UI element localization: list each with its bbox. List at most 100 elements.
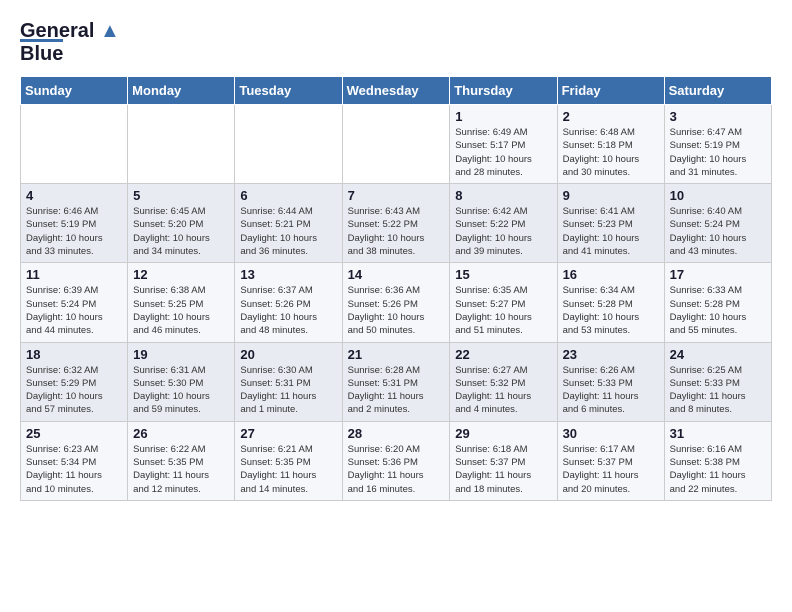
day-info: Sunrise: 6:22 AM Sunset: 5:35 PM Dayligh…	[133, 443, 229, 496]
column-header-tuesday: Tuesday	[235, 77, 342, 105]
day-info: Sunrise: 6:33 AM Sunset: 5:28 PM Dayligh…	[670, 284, 766, 337]
calendar-cell: 7Sunrise: 6:43 AM Sunset: 5:22 PM Daylig…	[342, 184, 450, 263]
day-number: 12	[133, 267, 229, 282]
calendar-header: SundayMondayTuesdayWednesdayThursdayFrid…	[21, 77, 772, 105]
day-info: Sunrise: 6:40 AM Sunset: 5:24 PM Dayligh…	[670, 205, 766, 258]
day-number: 9	[563, 188, 659, 203]
day-info: Sunrise: 6:41 AM Sunset: 5:23 PM Dayligh…	[563, 205, 659, 258]
day-number: 21	[348, 347, 445, 362]
day-info: Sunrise: 6:31 AM Sunset: 5:30 PM Dayligh…	[133, 364, 229, 417]
calendar-cell: 1 Sunrise: 6:49 AM Sunset: 5:17 PM Daylig…	[450, 105, 557, 184]
day-number: 10	[670, 188, 766, 203]
day-info: Sunrise: 6:21 AM Sunset: 5:35 PM Dayligh…	[240, 443, 336, 496]
calendar-body: 1 Sunrise: 6:49 AM Sunset: 5:17 PM Daylig…	[21, 105, 772, 501]
day-info: Sunrise: 6:46 AM Sunset: 5:19 PM Dayligh…	[26, 205, 122, 258]
day-number: 18	[26, 347, 122, 362]
day-info: Sunrise: 6:42 AM Sunset: 5:22 PM Dayligh…	[455, 205, 551, 258]
calendar-week-3: 11 Sunrise: 6:39 AM Sunset: 5:24 PM Dayli…	[21, 263, 772, 342]
day-number: 6	[240, 188, 336, 203]
day-number: 25	[26, 426, 122, 441]
day-info: Sunrise: 6:38 AM Sunset: 5:25 PM Dayligh…	[133, 284, 229, 337]
day-info: Sunrise: 6:47 AM Sunset: 5:19 PM Dayligh…	[670, 126, 766, 179]
day-info: Sunrise: 6:18 AM Sunset: 5:37 PM Dayligh…	[455, 443, 551, 496]
calendar-week-1: 1 Sunrise: 6:49 AM Sunset: 5:17 PM Daylig…	[21, 105, 772, 184]
calendar-cell: 17 Sunrise: 6:33 AM Sunset: 5:28 PM Dayli…	[664, 263, 771, 342]
day-number: 17	[670, 267, 766, 282]
calendar-cell: 29 Sunrise: 6:18 AM Sunset: 5:37 PM Dayli…	[450, 421, 557, 500]
calendar-cell: 30 Sunrise: 6:17 AM Sunset: 5:37 PM Dayli…	[557, 421, 664, 500]
day-number: 26	[133, 426, 229, 441]
day-number: 23	[563, 347, 659, 362]
calendar-week-4: 18 Sunrise: 6:32 AM Sunset: 5:29 PM Dayli…	[21, 342, 772, 421]
calendar-cell: 14Sunrise: 6:36 AM Sunset: 5:26 PM Dayli…	[342, 263, 450, 342]
calendar-cell: 2Sunrise: 6:48 AM Sunset: 5:18 PM Daylig…	[557, 105, 664, 184]
day-number: 15	[455, 267, 551, 282]
day-number: 29	[455, 426, 551, 441]
calendar-cell: 11 Sunrise: 6:39 AM Sunset: 5:24 PM Dayli…	[21, 263, 128, 342]
day-info: Sunrise: 6:35 AM Sunset: 5:27 PM Dayligh…	[455, 284, 551, 337]
calendar-cell: 5 Sunrise: 6:45 AM Sunset: 5:20 PM Daylig…	[128, 184, 235, 263]
day-info: Sunrise: 6:27 AM Sunset: 5:32 PM Dayligh…	[455, 364, 551, 417]
day-info: Sunrise: 6:32 AM Sunset: 5:29 PM Dayligh…	[26, 364, 122, 417]
day-number: 19	[133, 347, 229, 362]
calendar-cell	[342, 105, 450, 184]
calendar-cell	[21, 105, 128, 184]
day-number: 20	[240, 347, 336, 362]
calendar-cell: 31 Sunrise: 6:16 AM Sunset: 5:38 PM Dayli…	[664, 421, 771, 500]
calendar-cell: 8 Sunrise: 6:42 AM Sunset: 5:22 PM Daylig…	[450, 184, 557, 263]
day-info: Sunrise: 6:37 AM Sunset: 5:26 PM Dayligh…	[240, 284, 336, 337]
day-info: Sunrise: 6:45 AM Sunset: 5:20 PM Dayligh…	[133, 205, 229, 258]
day-info: Sunrise: 6:25 AM Sunset: 5:33 PM Dayligh…	[670, 364, 766, 417]
day-info: Sunrise: 6:44 AM Sunset: 5:21 PM Dayligh…	[240, 205, 336, 258]
day-number: 30	[563, 426, 659, 441]
calendar-cell	[235, 105, 342, 184]
day-number: 24	[670, 347, 766, 362]
calendar-cell: 24 Sunrise: 6:25 AM Sunset: 5:33 PM Dayli…	[664, 342, 771, 421]
day-number: 5	[133, 188, 229, 203]
calendar-cell: 15 Sunrise: 6:35 AM Sunset: 5:27 PM Dayli…	[450, 263, 557, 342]
day-info: Sunrise: 6:23 AM Sunset: 5:34 PM Dayligh…	[26, 443, 122, 496]
day-number: 4	[26, 188, 122, 203]
calendar-week-2: 4 Sunrise: 6:46 AM Sunset: 5:19 PM Daylig…	[21, 184, 772, 263]
day-info: Sunrise: 6:30 AM Sunset: 5:31 PM Dayligh…	[240, 364, 336, 417]
day-info: Sunrise: 6:17 AM Sunset: 5:37 PM Dayligh…	[563, 443, 659, 496]
day-number: 1	[455, 109, 551, 124]
calendar-cell: 23 Sunrise: 6:26 AM Sunset: 5:33 PM Dayli…	[557, 342, 664, 421]
day-number: 14	[348, 267, 445, 282]
calendar-cell: 27 Sunrise: 6:21 AM Sunset: 5:35 PM Dayli…	[235, 421, 342, 500]
calendar-cell: 12 Sunrise: 6:38 AM Sunset: 5:25 PM Dayli…	[128, 263, 235, 342]
day-number: 11	[26, 267, 122, 282]
day-number: 28	[348, 426, 445, 441]
column-header-wednesday: Wednesday	[342, 77, 450, 105]
calendar-cell: 25 Sunrise: 6:23 AM Sunset: 5:34 PM Dayli…	[21, 421, 128, 500]
logo: General ▲ Blue	[20, 20, 120, 66]
day-number: 13	[240, 267, 336, 282]
calendar-cell	[128, 105, 235, 184]
calendar-cell: 16Sunrise: 6:34 AM Sunset: 5:28 PM Dayli…	[557, 263, 664, 342]
page-header: General ▲ Blue	[20, 20, 772, 66]
calendar-cell: 9 Sunrise: 6:41 AM Sunset: 5:23 PM Daylig…	[557, 184, 664, 263]
calendar-cell: 3Sunrise: 6:47 AM Sunset: 5:19 PM Daylig…	[664, 105, 771, 184]
calendar-cell: 18 Sunrise: 6:32 AM Sunset: 5:29 PM Dayli…	[21, 342, 128, 421]
day-info: Sunrise: 6:16 AM Sunset: 5:38 PM Dayligh…	[670, 443, 766, 496]
calendar-cell: 13 Sunrise: 6:37 AM Sunset: 5:26 PM Dayli…	[235, 263, 342, 342]
calendar-cell: 21Sunrise: 6:28 AM Sunset: 5:31 PM Dayli…	[342, 342, 450, 421]
calendar-cell: 10 Sunrise: 6:40 AM Sunset: 5:24 PM Dayli…	[664, 184, 771, 263]
calendar-week-5: 25 Sunrise: 6:23 AM Sunset: 5:34 PM Dayli…	[21, 421, 772, 500]
day-number: 31	[670, 426, 766, 441]
day-number: 8	[455, 188, 551, 203]
day-info: Sunrise: 6:48 AM Sunset: 5:18 PM Dayligh…	[563, 126, 659, 179]
day-number: 22	[455, 347, 551, 362]
calendar-cell: 26 Sunrise: 6:22 AM Sunset: 5:35 PM Dayli…	[128, 421, 235, 500]
day-number: 27	[240, 426, 336, 441]
column-header-monday: Monday	[128, 77, 235, 105]
calendar-cell: 19 Sunrise: 6:31 AM Sunset: 5:30 PM Dayli…	[128, 342, 235, 421]
column-header-sunday: Sunday	[21, 77, 128, 105]
day-info: Sunrise: 6:43 AM Sunset: 5:22 PM Dayligh…	[348, 205, 445, 258]
day-info: Sunrise: 6:39 AM Sunset: 5:24 PM Dayligh…	[26, 284, 122, 337]
calendar-cell: 20 Sunrise: 6:30 AM Sunset: 5:31 PM Dayli…	[235, 342, 342, 421]
calendar-table: SundayMondayTuesdayWednesdayThursdayFrid…	[20, 76, 772, 501]
column-header-saturday: Saturday	[664, 77, 771, 105]
day-info: Sunrise: 6:49 AM Sunset: 5:17 PM Dayligh…	[455, 126, 551, 179]
day-info: Sunrise: 6:26 AM Sunset: 5:33 PM Dayligh…	[563, 364, 659, 417]
